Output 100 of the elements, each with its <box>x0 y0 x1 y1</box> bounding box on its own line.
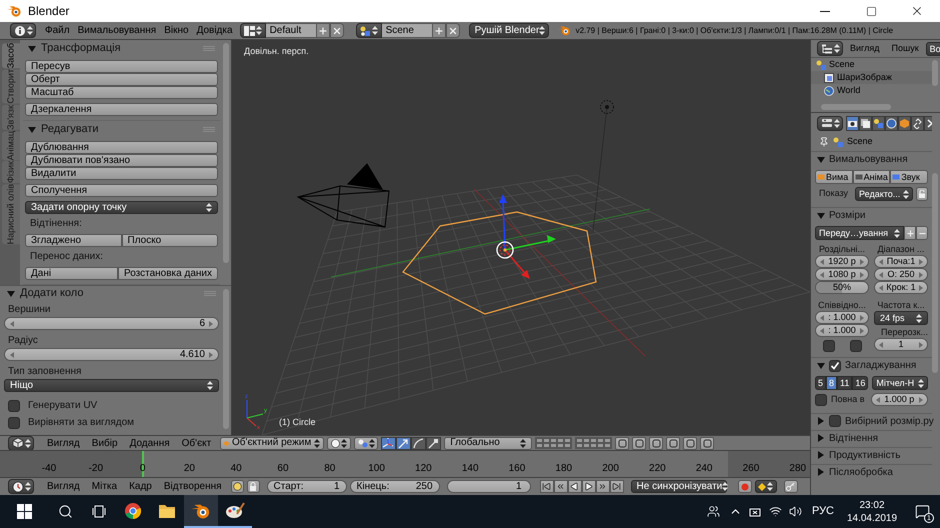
disclosure-triangle-icon[interactable] <box>817 468 825 476</box>
side-tab[interactable]: Засоб <box>2 43 20 68</box>
end-frame-field[interactable]: Кінець: 250 <box>350 480 440 493</box>
number-field[interactable]: О: 250 <box>874 268 928 281</box>
editor-type-button[interactable] <box>8 479 34 494</box>
pin-icon[interactable] <box>819 137 829 147</box>
disclosure-triangle-icon[interactable] <box>817 156 825 164</box>
scrollbar[interactable] <box>223 289 229 429</box>
percentage-slider[interactable]: 50% <box>815 281 869 294</box>
checkbox[interactable] <box>815 394 827 406</box>
checkbox[interactable] <box>829 415 841 427</box>
tool-button[interactable]: Пересув <box>25 60 218 73</box>
render-button[interactable]: Вима <box>815 170 853 184</box>
playback-button[interactable] <box>610 480 624 493</box>
tool-button[interactable]: Розстановка даних <box>118 267 218 280</box>
properties-tab[interactable] <box>846 116 859 130</box>
toolbar-button[interactable] <box>632 436 646 450</box>
tool-button[interactable]: Сполучення <box>25 184 218 197</box>
menu-item[interactable]: Вимальовування <box>74 22 160 39</box>
toolbar-button[interactable] <box>615 436 630 450</box>
name-field[interactable]: Default <box>266 23 316 38</box>
checkbox[interactable] <box>850 340 862 352</box>
playback-button[interactable] <box>568 480 582 493</box>
number-field[interactable]: 6 <box>4 317 219 330</box>
number-field[interactable]: Поча:1 <box>874 255 928 268</box>
manipulator-toggle[interactable] <box>396 436 412 450</box>
orientation-dropdown[interactable]: Глобально <box>444 436 532 450</box>
add-button[interactable] <box>316 23 330 38</box>
checkbox[interactable] <box>829 360 841 372</box>
panel-title[interactable]: Розміри <box>829 208 926 223</box>
number-field[interactable]: 1 <box>874 338 928 351</box>
properties-tab[interactable] <box>859 116 872 130</box>
outliner-item[interactable]: World <box>837 84 860 98</box>
menu-item[interactable]: Вигляд <box>845 42 884 56</box>
menu-item[interactable]: Довідка <box>192 22 237 39</box>
toolbar-button[interactable] <box>683 436 698 450</box>
editor-type-button[interactable] <box>8 436 34 450</box>
number-field[interactable]: 1.000 р <box>870 393 928 406</box>
disclosure-triangle-icon[interactable] <box>817 212 825 220</box>
close-button[interactable] <box>446 23 460 38</box>
playback-button[interactable] <box>540 480 554 493</box>
shading-dropdown[interactable] <box>327 436 352 450</box>
properties-tab[interactable] <box>885 116 898 130</box>
playback-button[interactable] <box>596 480 610 493</box>
playback-button[interactable] <box>554 480 568 493</box>
disclosure-triangle-icon[interactable] <box>28 126 36 134</box>
layer-buttons[interactable] <box>575 437 612 449</box>
checkbox[interactable] <box>8 400 20 412</box>
properties-tab[interactable] <box>911 116 924 130</box>
menu-item[interactable]: Вигляд <box>41 436 86 450</box>
menu-item[interactable]: Вигляд <box>41 478 86 495</box>
manipulator-toggle[interactable] <box>426 436 442 450</box>
tool-button[interactable]: Дублювати пов'язано <box>25 154 218 167</box>
layer-buttons[interactable] <box>535 437 572 449</box>
sync-dropdown[interactable]: Не синхронізувати <box>630 480 727 493</box>
add-button[interactable] <box>904 226 916 240</box>
sample-option[interactable]: 16 <box>852 376 868 390</box>
disclosure-triangle-icon[interactable] <box>817 417 825 425</box>
panel-title[interactable]: Вимальовування <box>829 152 926 167</box>
panel-title[interactable]: Загладжування <box>845 358 926 373</box>
mode-dropdown[interactable]: Об'єктний режим <box>220 436 324 450</box>
menu-item[interactable]: Відтворення <box>158 478 228 495</box>
scrollbar[interactable] <box>821 104 891 110</box>
sample-option[interactable]: 8 <box>826 376 838 390</box>
tool-button[interactable]: Плоско <box>122 234 218 247</box>
playback-button[interactable] <box>582 480 596 493</box>
disclosure-triangle-icon[interactable] <box>28 44 36 52</box>
editor-type-button[interactable] <box>817 116 843 130</box>
menu-item[interactable]: Вибір <box>86 436 124 450</box>
pivot-dropdown[interactable]: Задати опорну точку <box>25 201 218 214</box>
number-field[interactable]: 1080 р <box>815 268 869 281</box>
scrollbar[interactable] <box>932 60 938 86</box>
remove-button[interactable] <box>916 226 928 240</box>
disclosure-triangle-icon[interactable] <box>817 434 825 442</box>
lock-button[interactable] <box>916 187 928 201</box>
clock-button[interactable]: 23:02 14.04.2019 <box>840 495 904 528</box>
editor-type-button[interactable] <box>10 23 36 38</box>
taskbar-app[interactable] <box>184 495 218 528</box>
panel-title[interactable]: Відтінення <box>829 430 926 446</box>
panel-title[interactable]: Вибірний розмір.ру <box>845 414 934 428</box>
checkbox[interactable] <box>8 416 20 428</box>
drag-handle-icon[interactable] <box>203 46 215 51</box>
add-button[interactable] <box>432 23 446 38</box>
keying-button[interactable] <box>230 480 244 493</box>
selector-button[interactable] <box>240 23 266 38</box>
name-field[interactable]: Scene <box>382 23 432 38</box>
filter-dropdown[interactable]: Мітчел-Н <box>872 376 928 390</box>
drag-handle-icon[interactable] <box>203 127 215 132</box>
disclosure-triangle-icon[interactable] <box>7 290 15 298</box>
number-field[interactable]: 4.610 <box>4 348 219 361</box>
frame-rate-dropdown[interactable]: 24 fps <box>874 311 928 325</box>
menu-item[interactable]: Пошук <box>886 42 924 56</box>
language-button[interactable]: РУС <box>806 495 840 528</box>
scrollbar[interactable] <box>932 173 938 373</box>
panel-title[interactable]: Післяобробка <box>829 464 926 480</box>
scrollbar[interactable] <box>223 43 229 263</box>
drag-handle-icon[interactable] <box>204 291 216 296</box>
selector-button[interactable] <box>356 23 382 38</box>
render-engine-dropdown[interactable]: Рушій Blender <box>468 23 549 38</box>
tool-button[interactable]: Видалити <box>25 167 218 180</box>
